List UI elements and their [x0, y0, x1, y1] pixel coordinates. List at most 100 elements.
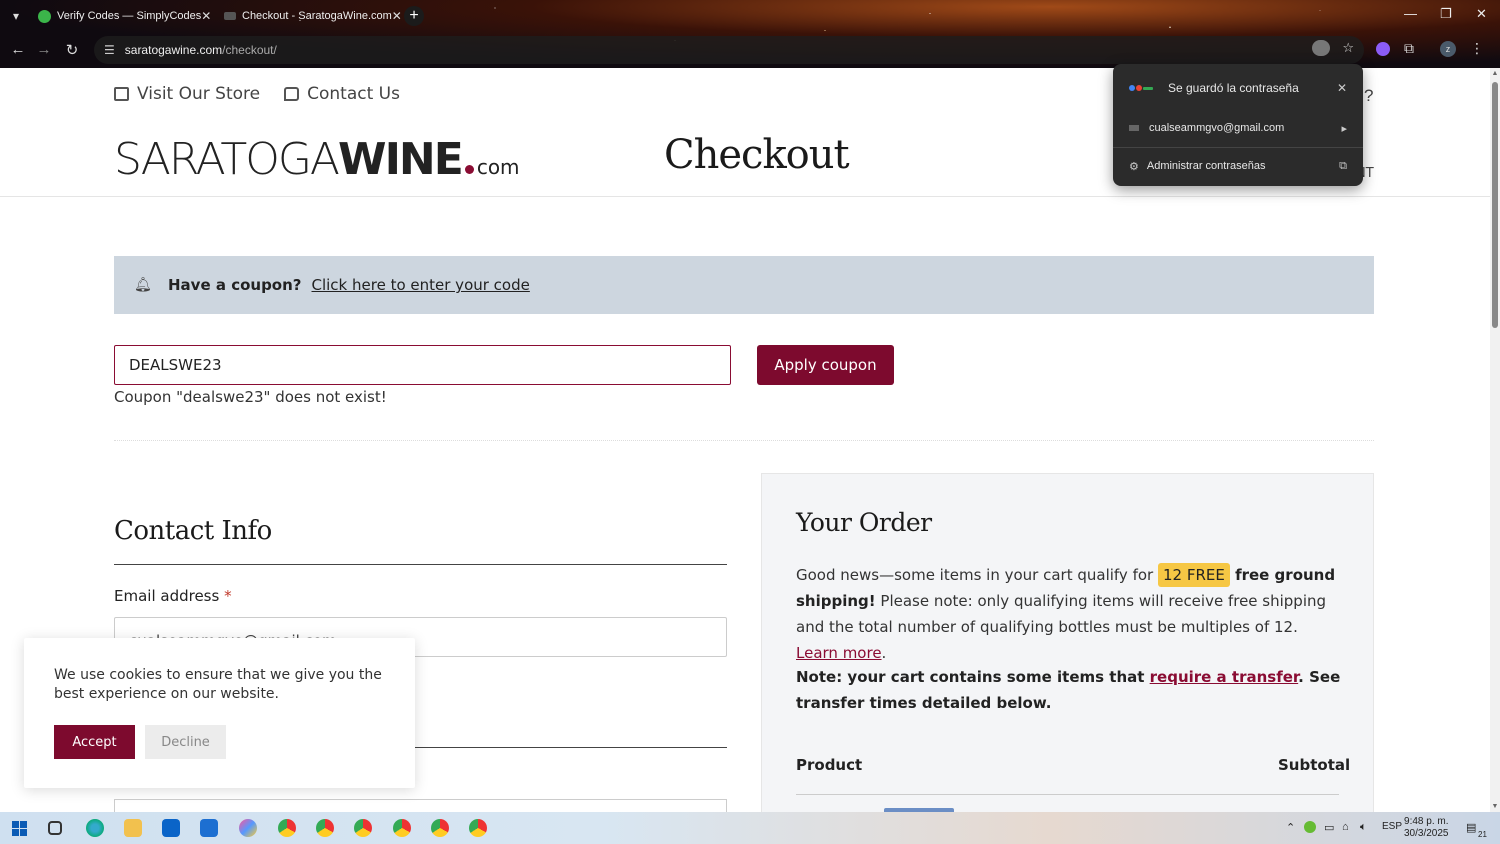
popup-header: Se guardó la contraseña ✕	[1113, 78, 1363, 98]
volume-icon[interactable]: 🔈︎	[1360, 821, 1367, 834]
outlook-icon[interactable]	[162, 819, 180, 837]
task-view-icon[interactable]	[48, 821, 62, 835]
require-transfer-link[interactable]: require a transfer	[1150, 668, 1299, 686]
file-explorer-icon[interactable]	[124, 819, 142, 837]
scrollbar-thumb[interactable]	[1492, 82, 1498, 328]
tab-close-icon[interactable]: ✕	[201, 9, 211, 23]
omnibox-actions: ☆	[1312, 40, 1354, 56]
url-domain: saratogawine.com	[124, 43, 223, 57]
extension-icons: ⧉ z ⋮	[1376, 40, 1484, 57]
free-shipping-notice: Good news—some items in your cart qualif…	[796, 562, 1341, 666]
simplycodes-favicon-icon	[38, 9, 51, 23]
manage-passwords-row[interactable]: ⚙ Administrar contraseñas ⧉	[1113, 156, 1363, 176]
coupon-code-input[interactable]: DEALSWE23	[114, 345, 731, 385]
tray-chevron-up-icon[interactable]: ⌃	[1286, 821, 1295, 834]
bell-icon: 🔔︎	[134, 277, 152, 293]
tray-app-icon[interactable]	[1304, 821, 1316, 833]
password-saved-popup: Se guardó la contraseña ✕ cualseammgvo@g…	[1113, 64, 1363, 186]
your-order-heading: Your Order	[796, 508, 932, 537]
chrome-icon[interactable]	[354, 819, 372, 837]
edge-icon[interactable]	[86, 819, 104, 837]
notice-text: Please note: only qualifying items will …	[796, 592, 1327, 636]
copilot-icon[interactable]	[239, 819, 257, 837]
saved-account-row[interactable]: cualseammgvo@gmail.com ▸	[1113, 118, 1363, 138]
store-icon	[114, 87, 129, 101]
site-favicon-icon	[1129, 125, 1139, 131]
chat-icon	[284, 87, 300, 101]
new-tab-button[interactable]: +	[404, 6, 424, 26]
chrome-icon[interactable]	[316, 819, 334, 837]
browser-toolbar: ← → ↻ ☰ saratogawine.com/checkout/ ☆ ⧉ z…	[0, 32, 1500, 68]
apply-coupon-button[interactable]: Apply coupon	[757, 345, 894, 385]
accept-cookies-button[interactable]: Accept	[54, 725, 135, 759]
extension-icon[interactable]	[1376, 41, 1390, 56]
address-bar[interactable]: ☰ saratogawine.com/checkout/ ☆	[94, 36, 1364, 64]
logo-text-saratoga: SARATOGA	[114, 134, 340, 185]
gear-icon: ⚙	[1129, 160, 1139, 173]
saved-account-email: cualseammgvo@gmail.com	[1149, 122, 1285, 134]
windows-taskbar: ⌃ ▭ ⌂ 🔈︎ ESP 9:48 p. m. 30/3/2025 ▤ 21	[0, 812, 1500, 844]
restore-icon[interactable]: ❐	[1440, 6, 1452, 22]
notice-text: .	[881, 644, 887, 662]
learn-more-link[interactable]: Learn more	[796, 644, 882, 662]
site-logo[interactable]: SARATOGA WINE com	[114, 134, 520, 185]
password-key-icon[interactable]	[1312, 40, 1331, 56]
store-app-icon[interactable]	[200, 819, 218, 837]
chrome-icon[interactable]	[431, 819, 449, 837]
column-header-product: Product	[796, 756, 863, 774]
chrome-icon[interactable]	[393, 819, 411, 837]
tab-checkout[interactable]: Checkout - SaratogaWine.com ✕	[216, 4, 402, 28]
minimize-icon[interactable]: —	[1404, 6, 1417, 21]
kebab-menu-icon[interactable]: ⋮	[1470, 40, 1484, 57]
profile-avatar-icon[interactable]: z	[1440, 40, 1456, 57]
page-scrollbar[interactable]: ▲ ▼	[1490, 68, 1500, 812]
nav-visit-store[interactable]: Visit Our Store	[114, 84, 260, 104]
tab-close-icon[interactable]: ✕	[392, 9, 402, 23]
back-arrow-icon[interactable]: ←	[8, 41, 28, 58]
tab-strip: ▾ Verify Codes — SimplyCodes ✕ Checkout …	[0, 0, 1500, 32]
notice-text: Good news—some items in your cart qualif…	[796, 566, 1158, 584]
top-nav: Visit Our Store Contact Us	[114, 84, 400, 104]
nav-label: Visit Our Store	[137, 84, 261, 104]
nav-contact-us[interactable]: Contact Us	[284, 84, 400, 104]
url-path: /checkout/	[222, 43, 277, 57]
logo-text-com: com	[476, 155, 520, 179]
tab-title: Verify Codes — SimplyCodes	[57, 10, 202, 22]
transfer-note: Note: your cart contains some items that…	[796, 664, 1341, 716]
help-icon[interactable]: ?	[1364, 86, 1373, 106]
system-clock[interactable]: 9:48 p. m. 30/3/2025	[1404, 816, 1449, 840]
notification-icon[interactable]: ▤	[1466, 821, 1476, 834]
clock-date: 30/3/2025	[1404, 828, 1449, 839]
tray-network-icon[interactable]: ⌂	[1342, 821, 1349, 833]
tray-display-icon[interactable]: ▭	[1324, 821, 1334, 834]
logo-dot-icon	[464, 165, 474, 174]
scroll-up-icon[interactable]: ▲	[1491, 70, 1499, 77]
saratoga-favicon-icon	[224, 12, 236, 20]
popup-close-icon[interactable]: ✕	[1337, 81, 1347, 95]
chrome-icon[interactable]	[278, 819, 296, 837]
scroll-down-icon[interactable]: ▼	[1491, 803, 1499, 810]
puzzle-extensions-icon[interactable]: ⧉	[1404, 40, 1414, 57]
cookie-message: We use cookies to ensure that we give yo…	[54, 667, 382, 702]
site-info-icon[interactable]: ☰	[104, 43, 115, 57]
page-title: Checkout	[664, 132, 850, 178]
coupon-error-message: Coupon "dealswe23" does not exist!	[114, 388, 387, 406]
reload-icon[interactable]: ↻	[62, 41, 82, 59]
coupon-notice: 🔔︎ Have a coupon? Click here to enter yo…	[114, 256, 1374, 314]
external-link-icon: ⧉	[1339, 159, 1347, 172]
bookmark-star-icon[interactable]: ☆	[1342, 40, 1354, 56]
windows-start-icon[interactable]	[10, 819, 28, 837]
window-close-icon[interactable]: ✕	[1476, 6, 1487, 22]
chrome-icon[interactable]	[469, 819, 487, 837]
contact-info-heading: Contact Info	[114, 516, 272, 546]
table-header-divider	[796, 794, 1339, 795]
language-indicator[interactable]: ESP	[1382, 821, 1402, 832]
tab-search-chevron-icon[interactable]: ▾	[6, 6, 26, 26]
forward-arrow-icon[interactable]: →	[34, 41, 54, 58]
next-input-field[interactable]	[114, 799, 727, 812]
popup-divider	[1113, 147, 1363, 148]
notification-count: 21	[1478, 830, 1487, 839]
tab-verify-codes[interactable]: Verify Codes — SimplyCodes ✕	[30, 4, 214, 28]
coupon-toggle-link[interactable]: Click here to enter your code	[312, 276, 530, 294]
decline-cookies-button[interactable]: Decline	[145, 725, 226, 759]
